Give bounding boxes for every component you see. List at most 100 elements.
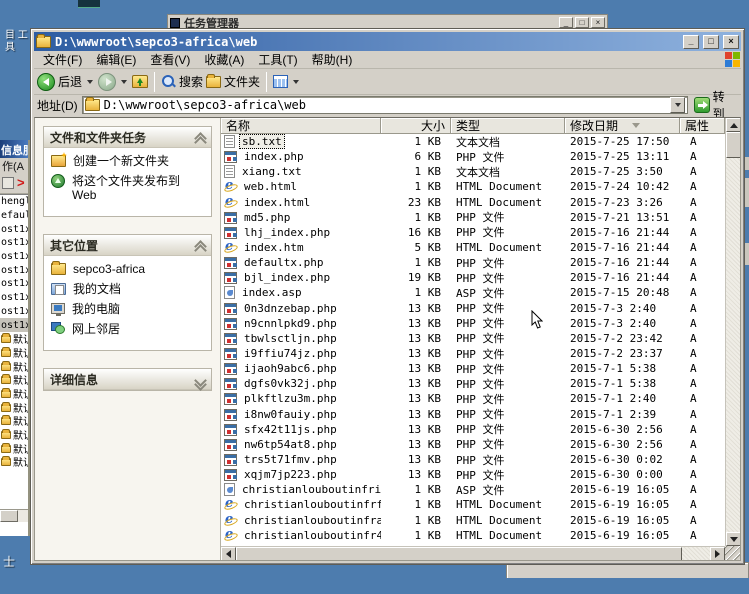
file-row[interactable]: i8nw0fauiy.php13 KBPHP 文件2015-7-1 2:39A <box>221 407 725 422</box>
tree-item[interactable]: ost1x_ <box>0 305 28 319</box>
file-row[interactable]: index.html23 KBHTML Document2015-7-23 3:… <box>221 195 725 210</box>
horizontal-scrollbar[interactable] <box>221 546 725 560</box>
file-row[interactable]: index.php6 KBPHP 文件2015-7-25 13:11A <box>221 149 725 164</box>
file-row[interactable]: bjl_index.php19 KBPHP 文件2015-7-16 21:44A <box>221 270 725 285</box>
panel-header[interactable]: 其它位置 <box>44 235 211 256</box>
scroll-up-button[interactable] <box>726 118 740 132</box>
file-row[interactable]: sb.txt1 KB文本文档2015-7-25 17:50A <box>221 134 725 149</box>
vertical-scrollbar[interactable] <box>725 118 740 546</box>
back-icon[interactable] <box>37 73 55 91</box>
maximize-button[interactable]: □ <box>703 35 719 49</box>
column-header-size[interactable]: 大小 <box>381 118 451 134</box>
back-button[interactable]: 后退 <box>58 73 82 90</box>
title-bar[interactable]: D:\wwwroot\sepco3-africa\web _ □ × <box>34 32 741 51</box>
tree-item[interactable]: 默认 <box>0 373 28 387</box>
go-button[interactable]: 转到 <box>692 96 738 115</box>
file-row[interactable]: n9cnnlpkd9.php13 KBPHP 文件2015-7-3 2:40A <box>221 316 725 331</box>
background-hscrollbar[interactable] <box>0 509 28 522</box>
tree-item[interactable]: ost1x_ <box>0 236 28 250</box>
column-header-date[interactable]: 修改日期 <box>565 118 680 134</box>
search-button[interactable]: 搜索 <box>179 73 203 90</box>
tree-item[interactable]: ost1x_ <box>0 222 28 236</box>
sidebar-item[interactable]: 我的文档 <box>51 282 206 296</box>
tree-item[interactable]: ost1x_ <box>0 291 28 305</box>
file-row[interactable]: defaultx.php1 KBPHP 文件2015-7-16 21:44A <box>221 255 725 270</box>
scroll-right-button[interactable] <box>710 547 725 560</box>
file-row[interactable]: web.html1 KBHTML Document2015-7-24 10:42… <box>221 179 725 194</box>
panel-header[interactable]: 详细信息 <box>44 369 211 390</box>
chevron-up-icon[interactable] <box>196 241 205 250</box>
menu-item-3[interactable]: 收藏(A) <box>197 51 251 68</box>
file-row[interactable]: plkftlzu3m.php13 KBPHP 文件2015-7-1 2:40A <box>221 391 725 406</box>
tree-item[interactable]: ost1x_ <box>0 250 28 264</box>
tree-item[interactable]: 默认 <box>0 400 28 414</box>
column-header-type[interactable]: 类型 <box>451 118 565 134</box>
file-row[interactable]: 0n3dnzebap.php13 KBPHP 文件2015-7-3 2:40A <box>221 301 725 316</box>
menu-item-5[interactable]: 帮助(H) <box>305 51 360 68</box>
file-row[interactable]: tbwlsctljn.php13 KBPHP 文件2015-7-2 23:42A <box>221 331 725 346</box>
close-button[interactable]: × <box>591 17 605 28</box>
sidebar-item[interactable]: 我的电脑 <box>51 302 206 316</box>
address-input[interactable]: D:\wwwroot\sepco3-africa\web <box>82 96 688 114</box>
tree-item[interactable]: 默认 <box>0 414 28 428</box>
forward-dropdown-icon[interactable] <box>121 80 127 84</box>
folders-icon[interactable] <box>206 76 221 88</box>
tree-item[interactable]: 默认 <box>0 441 28 455</box>
scroll-down-button[interactable] <box>726 532 740 546</box>
background-window-iis[interactable]: 信息服 作(A > henglefaulost1x_ost1x_ost1x_os… <box>0 140 30 536</box>
tree-item[interactable]: ost1x_ <box>0 263 28 277</box>
tree-item[interactable]: 默认 <box>0 387 28 401</box>
scrollbar-thumb[interactable] <box>236 547 682 560</box>
file-row[interactable]: dgfs0vk32j.php13 KBPHP 文件2015-7-1 5:38A <box>221 376 725 391</box>
tree-item[interactable]: ost1x_ <box>0 277 28 291</box>
sidebar-item[interactable]: 创建一个新文件夹 <box>51 154 206 168</box>
chevron-up-icon[interactable] <box>196 133 205 142</box>
tree-item[interactable]: ost1x_ <box>0 318 28 332</box>
folders-button[interactable]: 文件夹 <box>224 73 260 90</box>
tree-item[interactable]: 默认 <box>0 455 28 469</box>
column-header-name[interactable]: 名称 <box>221 118 381 134</box>
panel-header[interactable]: 文件和文件夹任务 <box>44 127 211 148</box>
tree-item[interactable]: 默认 <box>0 332 28 346</box>
close-button[interactable]: × <box>723 35 739 49</box>
start-arrow-icon[interactable]: > <box>17 177 25 189</box>
chevron-down-icon[interactable] <box>196 375 205 384</box>
tree-item[interactable]: 默认 <box>0 359 28 373</box>
tree-item[interactable]: 默认 <box>0 346 28 360</box>
views-icon[interactable] <box>273 75 288 88</box>
search-icon[interactable] <box>161 74 176 89</box>
file-row[interactable]: christianlouboutinfrfor...1 KBHTML Docum… <box>221 497 725 512</box>
sidebar-item[interactable]: 网上邻居 <box>51 322 206 336</box>
scroll-left-button[interactable] <box>221 547 236 560</box>
file-row[interactable]: lhj_index.php16 KBPHP 文件2015-7-16 21:44A <box>221 225 725 240</box>
file-row[interactable]: christianlouboutinfr470...1 KBHTML Docum… <box>221 528 725 543</box>
file-row[interactable]: index.htm5 KBHTML Document2015-7-16 21:4… <box>221 240 725 255</box>
tree-item[interactable]: 默认 <box>0 428 28 442</box>
back-dropdown-icon[interactable] <box>87 80 93 84</box>
file-row[interactable]: trs5t71fmv.php13 KBPHP 文件2015-6-30 0:02A <box>221 452 725 467</box>
resize-grip[interactable] <box>725 546 740 560</box>
file-row[interactable]: xiang.txt1 KB文本文档2015-7-25 3:50A <box>221 164 725 179</box>
menu-item-2[interactable]: 查看(V) <box>143 51 197 68</box>
file-row[interactable]: christianlouboutinfra.html1 KBHTML Docum… <box>221 513 725 528</box>
file-row[interactable]: ijaoh9abc6.php13 KBPHP 文件2015-7-1 5:38A <box>221 361 725 376</box>
up-folder-icon[interactable] <box>132 75 148 88</box>
file-row[interactable]: md5.php1 KBPHP 文件2015-7-21 13:51A <box>221 210 725 225</box>
file-row[interactable]: christianlouboutinfrind...1 KBASP 文件2015… <box>221 482 725 497</box>
views-dropdown-icon[interactable] <box>293 80 299 84</box>
minimize-button[interactable]: _ <box>559 17 573 28</box>
tree-item[interactable]: hengl <box>0 195 28 209</box>
file-row[interactable]: i9ffiu74jz.php13 KBPHP 文件2015-7-2 23:37A <box>221 346 725 361</box>
sidebar-item[interactable]: 将这个文件夹发布到 Web <box>51 174 206 202</box>
file-row[interactable]: index.asp1 KBASP 文件2015-7-15 20:48A <box>221 285 725 300</box>
toolbar-icon[interactable] <box>2 177 14 189</box>
menu-item-0[interactable]: 文件(F) <box>36 51 89 68</box>
scrollbar-thumb[interactable] <box>0 510 18 522</box>
menu-item-1[interactable]: 编辑(E) <box>89 51 143 68</box>
file-row[interactable]: nw6tp54at8.php13 KBPHP 文件2015-6-30 2:56A <box>221 437 725 452</box>
menu-item-4[interactable]: 工具(T) <box>251 51 304 68</box>
file-row[interactable]: sfx42t11js.php13 KBPHP 文件2015-6-30 2:56A <box>221 422 725 437</box>
address-dropdown-button[interactable] <box>670 97 685 113</box>
column-header-attr[interactable]: 属性 <box>680 118 725 134</box>
minimize-button[interactable]: _ <box>683 35 699 49</box>
